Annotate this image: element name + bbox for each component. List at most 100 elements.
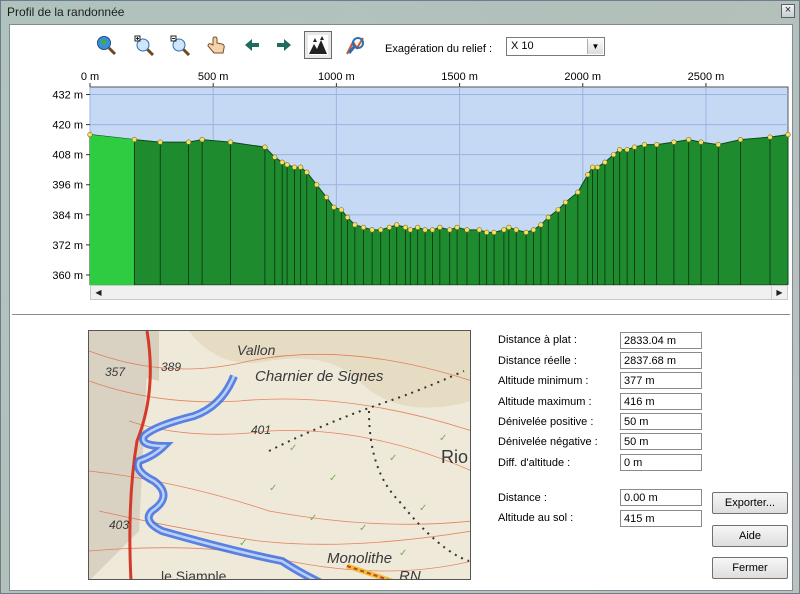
map-label-monolithe: Monolithe	[327, 550, 392, 567]
profile-point	[298, 164, 304, 170]
profile-point	[422, 227, 428, 233]
profile-point	[429, 227, 436, 233]
profile-point	[352, 222, 358, 228]
profile-point	[131, 137, 137, 143]
y-tick-label: 372 m	[52, 240, 83, 252]
profile-point	[157, 139, 163, 145]
relief-exaggeration-value: X 10	[511, 40, 534, 52]
terrain-start-segment	[90, 134, 135, 285]
profile-point	[562, 199, 569, 205]
profile-point	[331, 204, 337, 210]
svg-text:✓: ✓	[389, 453, 397, 464]
x-tick-label: 2500 m	[688, 71, 725, 83]
profile-window: Profil de la randonnée × Exagération du …	[0, 0, 800, 594]
stat-label-diff-altitude: Diff. d'altitude :	[498, 457, 571, 469]
y-tick-label: 420 m	[52, 120, 83, 132]
cursor-value-distance: 0.00 m	[620, 489, 702, 506]
profile-point	[610, 152, 617, 158]
svg-text:✓: ✓	[289, 443, 297, 454]
close-button[interactable]: Fermer	[712, 557, 788, 579]
elevation-chart-svg[interactable]: 0 m 500 m 1000 m 1500 m 2000 m 2500 m 432 m 420…	[10, 63, 794, 285]
map-label-siample: le Siample	[161, 568, 227, 580]
profile-point	[284, 162, 290, 168]
chart-horizontal-scrollbar[interactable]: ◀ ▶	[90, 285, 788, 300]
stat-label-distance-reelle: Distance réelle :	[498, 355, 577, 367]
stat-value-denivelee-positive: 50 m	[620, 413, 702, 430]
profile-point	[491, 229, 497, 235]
svg-text:✓: ✓	[329, 473, 337, 484]
profile-point	[575, 189, 581, 195]
hand-pan-icon[interactable]	[204, 33, 228, 57]
stat-value-distance-reelle: 2837.68 m	[620, 352, 702, 369]
profile-point	[654, 142, 660, 148]
profile-point	[314, 182, 320, 188]
profile-point	[631, 144, 638, 150]
profile-point	[715, 142, 721, 148]
relief-exaggeration-select[interactable]: X 10 ▼	[506, 37, 605, 56]
profile-point	[698, 139, 704, 145]
profile-point	[737, 137, 744, 143]
x-tick-label: 2000 m	[564, 71, 601, 83]
elevation-profile-chart: 0 m 500 m 1000 m 1500 m 2000 m 2500 m 432 m 420…	[10, 63, 794, 308]
x-tick-label: 0 m	[81, 71, 99, 83]
x-tick-label: 500 m	[198, 71, 229, 83]
relief-forest-icon[interactable]	[304, 31, 332, 59]
profile-point	[386, 224, 392, 230]
profile-point	[454, 224, 460, 230]
arrow-right-icon[interactable]	[272, 33, 296, 57]
stat-value-altitude-max: 416 m	[620, 393, 702, 410]
profile-point	[407, 227, 413, 233]
zoom-in-icon[interactable]	[132, 33, 156, 57]
map-label-vallon: Vallon	[237, 342, 276, 358]
profile-point	[304, 169, 310, 175]
x-tick-label: 1000 m	[318, 71, 355, 83]
scroll-right-icon[interactable]: ▶	[771, 286, 787, 299]
stat-label-altitude-max: Altitude maximum :	[498, 396, 592, 408]
profile-point	[538, 222, 544, 228]
map-label-charnier: Charnier de Signes	[255, 368, 384, 385]
profile-point	[262, 144, 268, 150]
y-tick-label: 384 m	[52, 210, 83, 222]
profile-point	[185, 139, 192, 145]
profile-point	[767, 134, 773, 140]
cursor-label-altitude-sol: Altitude au sol :	[498, 512, 574, 524]
stat-value-altitude-min: 377 m	[620, 372, 702, 389]
stat-value-distance-plat: 2833.04 m	[620, 332, 702, 349]
map-label-403: 403	[109, 518, 129, 532]
route-map[interactable]: ✓ ✓ ✓ ✓ ✓ ✓ ✓ ✓ ✓ ✓ 357 389 Vallon Charnier	[88, 330, 471, 580]
profile-point	[513, 227, 519, 233]
profile-point	[506, 224, 512, 230]
svg-text:✓: ✓	[359, 523, 367, 534]
title-bar[interactable]: Profil de la randonnée ×	[1, 1, 799, 23]
profile-point	[360, 224, 367, 230]
map-label-rio: Rio	[441, 447, 468, 467]
profile-point	[585, 172, 591, 178]
profile-point	[338, 207, 344, 213]
profile-point	[464, 227, 470, 233]
x-tick-label: 1500 m	[441, 71, 478, 83]
profile-point	[594, 164, 601, 170]
chevron-down-icon[interactable]: ▼	[587, 39, 603, 54]
help-button[interactable]: Aide	[712, 525, 788, 547]
zoom-globe-icon[interactable]	[94, 33, 118, 57]
y-tick-label: 360 m	[52, 270, 83, 282]
profile-point	[394, 222, 400, 228]
section-divider	[12, 314, 790, 316]
zoom-out-icon[interactable]	[168, 33, 192, 57]
arrow-left-icon[interactable]	[240, 33, 264, 57]
stat-label-denivelee-negative: Dénivelée négative :	[498, 436, 598, 448]
profile-point	[344, 214, 351, 220]
map-label-357: 357	[105, 365, 126, 379]
profile-point	[447, 227, 453, 233]
profile-point	[199, 137, 205, 143]
close-icon[interactable]: ×	[781, 4, 795, 18]
profile-point	[624, 147, 630, 153]
export-button[interactable]: Exporter...	[712, 492, 788, 514]
svg-text:✓: ✓	[399, 548, 407, 559]
map-label-rn: RN	[399, 568, 421, 580]
map-label-401: 401	[251, 423, 271, 437]
profile-point	[484, 229, 490, 235]
scroll-left-icon[interactable]: ◀	[91, 286, 106, 299]
profile-point	[415, 224, 421, 230]
profile-zoom-icon[interactable]	[344, 33, 368, 57]
